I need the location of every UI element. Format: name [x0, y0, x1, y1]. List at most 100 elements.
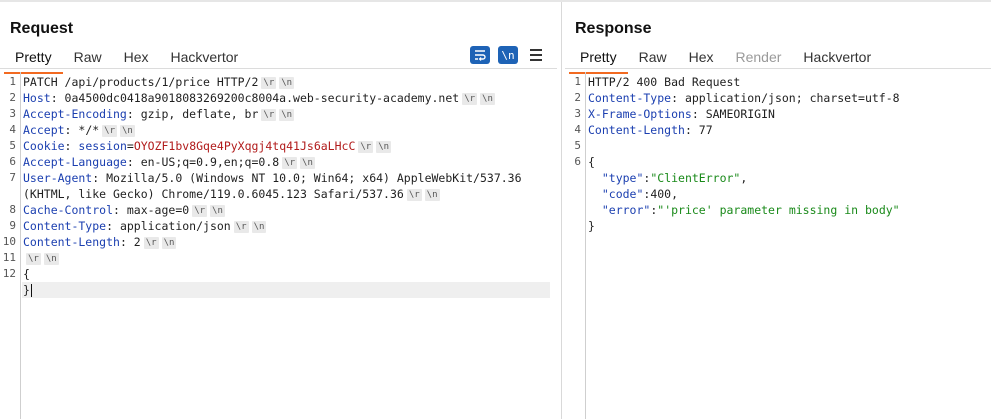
line-content: HTTP/2 400 Bad Request — [588, 74, 740, 90]
token-text: PATCH /api/products/1/price HTTP/2 — [23, 75, 259, 89]
token-json-key: "code" — [601, 187, 644, 201]
crlf-marker: \n — [279, 76, 295, 89]
line-number: 6 — [9, 155, 16, 168]
line-content: Accept-Encoding: gzip, deflate, br \r \n — [23, 106, 295, 122]
pane-splitter[interactable] — [561, 2, 562, 419]
response-title: Response — [575, 20, 652, 37]
line-number: 9 — [9, 219, 16, 232]
crlf-marker: \r — [462, 92, 478, 105]
line-content: } — [23, 282, 32, 298]
line-number: 2 — [574, 91, 581, 104]
crlf-marker: \n — [480, 92, 495, 105]
hamburger-menu-icon[interactable] — [530, 49, 542, 61]
request-title: Request — [10, 20, 74, 37]
token-hk: Content-Length — [23, 235, 120, 249]
crlf-marker: \n — [279, 108, 295, 121]
line-number: 5 — [574, 139, 581, 152]
line-content: { — [588, 154, 595, 170]
crlf-marker: \r — [233, 220, 249, 233]
token-hk: Accept-Encoding — [23, 107, 127, 121]
response-tab-divider — [565, 68, 991, 69]
token-text: , — [740, 171, 748, 185]
token-text: : max-age=0 — [113, 203, 190, 217]
token-json-str: "'price' parameter missing in body" — [657, 203, 900, 217]
token-text: : 2 — [119, 235, 141, 249]
line-number: 1 — [9, 75, 16, 88]
token-hk: Content-Length — [588, 123, 685, 137]
line-number: 5 — [9, 139, 16, 152]
token-text: : SAMEORIGIN — [691, 107, 775, 121]
token-text: { — [23, 267, 30, 281]
token-hk: User-Agent — [23, 171, 93, 185]
token-hk: X-Frame-Options — [588, 107, 692, 121]
crlf-marker: \r — [358, 140, 374, 153]
show-newlines-button[interactable]: \n — [498, 46, 518, 64]
line-content: X-Frame-Options: SAMEORIGIN — [588, 106, 775, 122]
line-content: Accept-Language: en-US;q=0.9,en;q=0.8 \r \… — [23, 154, 315, 170]
token-text: : application/json; charset=utf-8 — [671, 91, 900, 105]
crlf-marker: \n — [300, 156, 315, 169]
line-number: 2 — [9, 91, 16, 104]
token-text: } — [588, 219, 595, 233]
token-text: : gzip, deflate, br — [126, 107, 259, 121]
token-text: :400, — [643, 187, 679, 201]
token-text: : en-US;q=0.9,en;q=0.8 — [126, 155, 280, 169]
crlf-marker: \r — [26, 252, 41, 265]
line-content: Content-Length: 2 \r \n — [23, 234, 177, 250]
line-number: 11 — [2, 251, 16, 264]
response-pane: Response Pretty Raw Hex Render Hackverto… — [565, 2, 991, 419]
token-text: { — [588, 155, 595, 169]
token-hk: Cache-Control — [23, 203, 114, 217]
token-hk: Accept-Language — [23, 155, 127, 169]
crlf-marker: \n — [376, 140, 392, 153]
token-text: HTTP/2 400 Bad Request — [588, 75, 741, 89]
token-json-str: "ClientError" — [650, 171, 741, 185]
gutter-divider — [20, 72, 21, 419]
token-text: : 0a4500dc0418a9018083269200c8004a.web-s… — [50, 91, 460, 105]
current-line-highlight — [22, 282, 550, 298]
crlf-marker: \n — [43, 252, 59, 265]
token-text: : 77 — [684, 123, 713, 137]
line-number: 1 — [574, 75, 581, 88]
request-pane: Request Pretty Raw Hex Hackvertor \n 1 PA… — [0, 2, 557, 419]
response-editor[interactable]: 1 HTTP/2 400 Bad Request 2 Content-Type: ap… — [565, 72, 991, 419]
crlf-marker: \r — [102, 124, 118, 137]
token-text: = — [126, 139, 134, 153]
wrap-lines-icon[interactable] — [470, 46, 490, 64]
line-number: 7 — [9, 171, 16, 184]
token-hk: Host — [23, 91, 51, 105]
line-content: Content-Length: 77 — [588, 122, 713, 138]
crlf-marker: \n — [251, 220, 267, 233]
crlf-marker: \r — [261, 76, 277, 89]
request-tab-divider — [0, 68, 557, 69]
line-content: User-Agent: Mozilla/5.0 (Windows NT 10.0… — [23, 170, 522, 186]
line-content: Cookie: session=OYOZF1bv8Gqe4PyXqgj4tq41… — [23, 138, 392, 154]
line-number: 3 — [9, 107, 16, 120]
line-content: \r \n — [23, 250, 59, 266]
token-hk: session — [78, 139, 127, 153]
line-number: 6 — [574, 155, 581, 168]
token-hk: Accept — [23, 123, 65, 137]
crlf-marker: \r — [192, 204, 208, 217]
line-content: "type":"ClientError", — [588, 170, 747, 186]
request-editor[interactable]: 1 PATCH /api/products/1/price HTTP/2 \r \n 2… — [0, 72, 557, 419]
token-json-key: "type" — [601, 171, 644, 185]
crlf-marker: \r — [406, 188, 422, 201]
line-content: Cache-Control: max-age=0 \r \n — [23, 202, 225, 218]
token-text: (KHTML, like Gecko) Chrome/119.0.6045.12… — [23, 187, 404, 201]
token-json-key: "error" — [601, 203, 651, 217]
line-number: 3 — [574, 107, 581, 120]
gutter-divider — [585, 72, 586, 419]
line-content: "error":"'price' parameter missing in bo… — [588, 202, 900, 218]
line-content: Accept: */* \r \n — [23, 122, 135, 138]
text-cursor — [30, 284, 32, 297]
crlf-marker: \r — [261, 108, 277, 121]
line-number: 10 — [2, 235, 16, 248]
line-content: Host: 0a4500dc0418a9018083269200c8004a.w… — [23, 90, 495, 106]
line-content: "code":400, — [588, 186, 678, 202]
line-content: PATCH /api/products/1/price HTTP/2 \r \n — [23, 74, 295, 90]
token-text: } — [23, 283, 30, 297]
